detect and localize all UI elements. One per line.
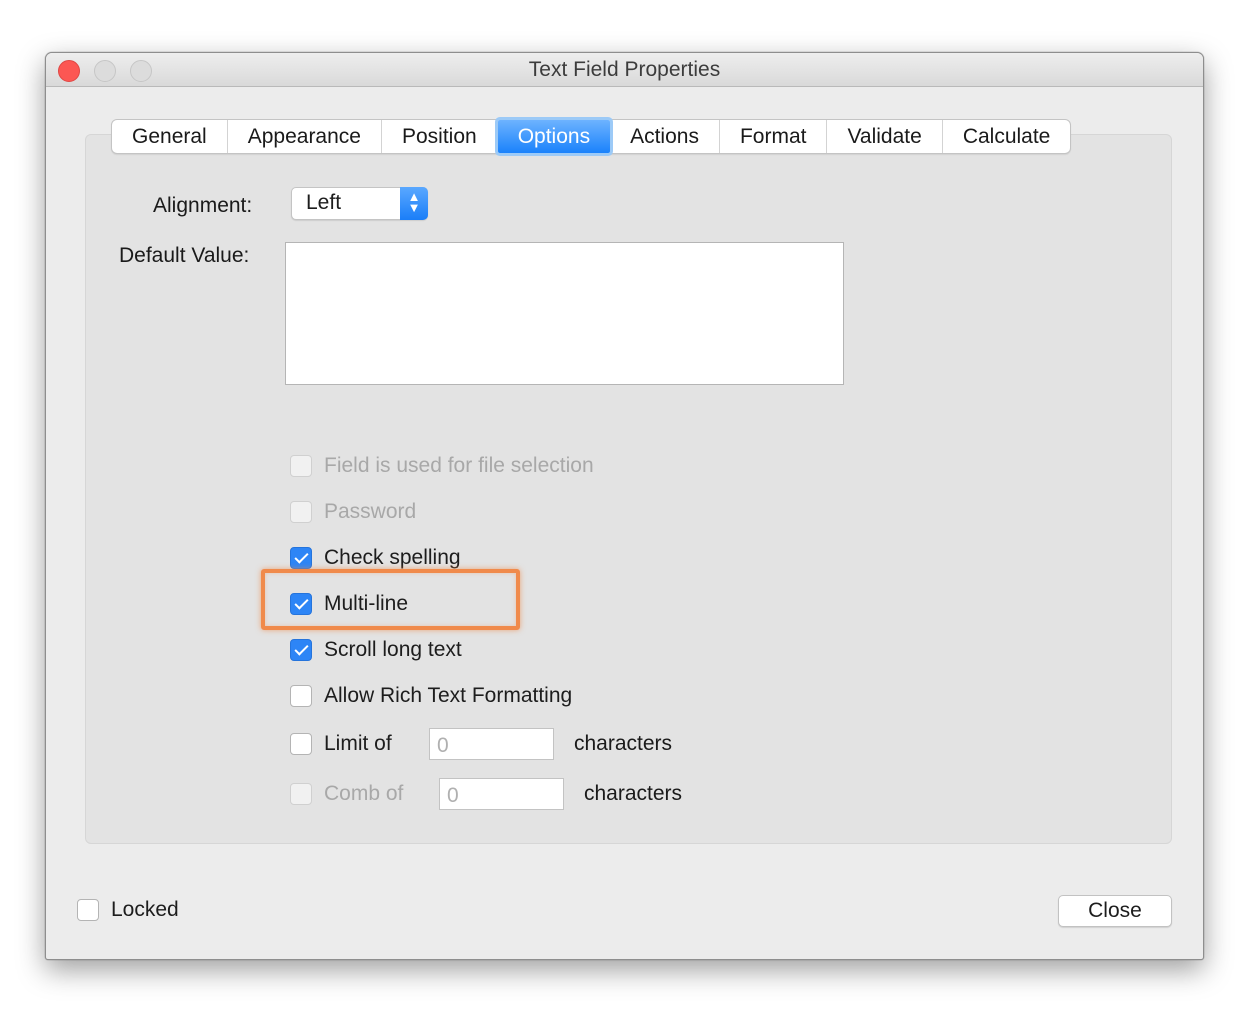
check-spelling-checkbox[interactable] — [290, 547, 312, 569]
locked-option[interactable]: Locked — [77, 896, 179, 924]
password-label: Password — [324, 500, 417, 523]
tab-validate[interactable]: Validate — [827, 120, 943, 153]
tab-format[interactable]: Format — [720, 120, 828, 153]
close-button[interactable]: Close — [1058, 895, 1172, 927]
scroll-long-text-option[interactable]: Scroll long text — [290, 636, 462, 664]
tab-position[interactable]: Position — [382, 120, 498, 153]
file-selection-checkbox — [290, 455, 312, 477]
rich-text-checkbox[interactable] — [290, 685, 312, 707]
limit-suffix: characters — [574, 732, 673, 755]
password-option: Password — [290, 498, 416, 526]
check-spelling-label[interactable]: Check spelling — [324, 546, 461, 570]
locked-label[interactable]: Locked — [111, 898, 179, 922]
text-field-properties-dialog: Text Field Properties General Appearance… — [45, 52, 1204, 960]
limit-checkbox[interactable] — [290, 733, 312, 755]
comb-suffix: characters — [584, 782, 683, 805]
tab-bar: General Appearance Position Options Acti… — [111, 119, 1072, 154]
window-title: Text Field Properties — [528, 58, 721, 81]
comb-input: 0 — [439, 778, 564, 810]
tab-calculate[interactable]: Calculate — [943, 120, 1071, 153]
rich-text-option[interactable]: Allow Rich Text Formatting — [290, 682, 572, 710]
chevron-up-down-icon[interactable]: ▲ ▼ — [400, 187, 428, 220]
default-value-label: Default Value: — [119, 244, 250, 267]
file-selection-label: Field is used for file selection — [324, 454, 594, 477]
alignment-label: Alignment: — [153, 194, 253, 217]
scroll-long-text-checkbox[interactable] — [290, 639, 312, 661]
comb-label: Comb of — [324, 782, 404, 805]
comb-option: Comb of — [290, 780, 403, 808]
limit-option[interactable]: Limit of — [290, 730, 392, 758]
scroll-long-text-label[interactable]: Scroll long text — [324, 638, 462, 662]
locked-checkbox[interactable] — [77, 899, 99, 921]
limit-input[interactable]: 0 — [429, 728, 554, 760]
tab-actions[interactable]: Actions — [610, 120, 720, 153]
alignment-select[interactable]: Left ▲ ▼ — [291, 187, 428, 220]
rich-text-label[interactable]: Allow Rich Text Formatting — [324, 684, 572, 708]
tab-appearance[interactable]: Appearance — [228, 120, 382, 153]
title-bar[interactable]: Text Field Properties — [46, 53, 1203, 87]
tab-options[interactable]: Options — [497, 120, 611, 153]
multi-line-highlight-box — [261, 569, 520, 630]
tab-general[interactable]: General — [112, 120, 228, 153]
alignment-value: Left — [306, 191, 342, 214]
file-selection-option: Field is used for file selection — [290, 452, 594, 480]
default-value-field[interactable] — [285, 242, 844, 385]
limit-label[interactable]: Limit of — [324, 732, 392, 756]
comb-checkbox — [290, 783, 312, 805]
password-checkbox — [290, 501, 312, 523]
check-spelling-option[interactable]: Check spelling — [290, 544, 461, 572]
